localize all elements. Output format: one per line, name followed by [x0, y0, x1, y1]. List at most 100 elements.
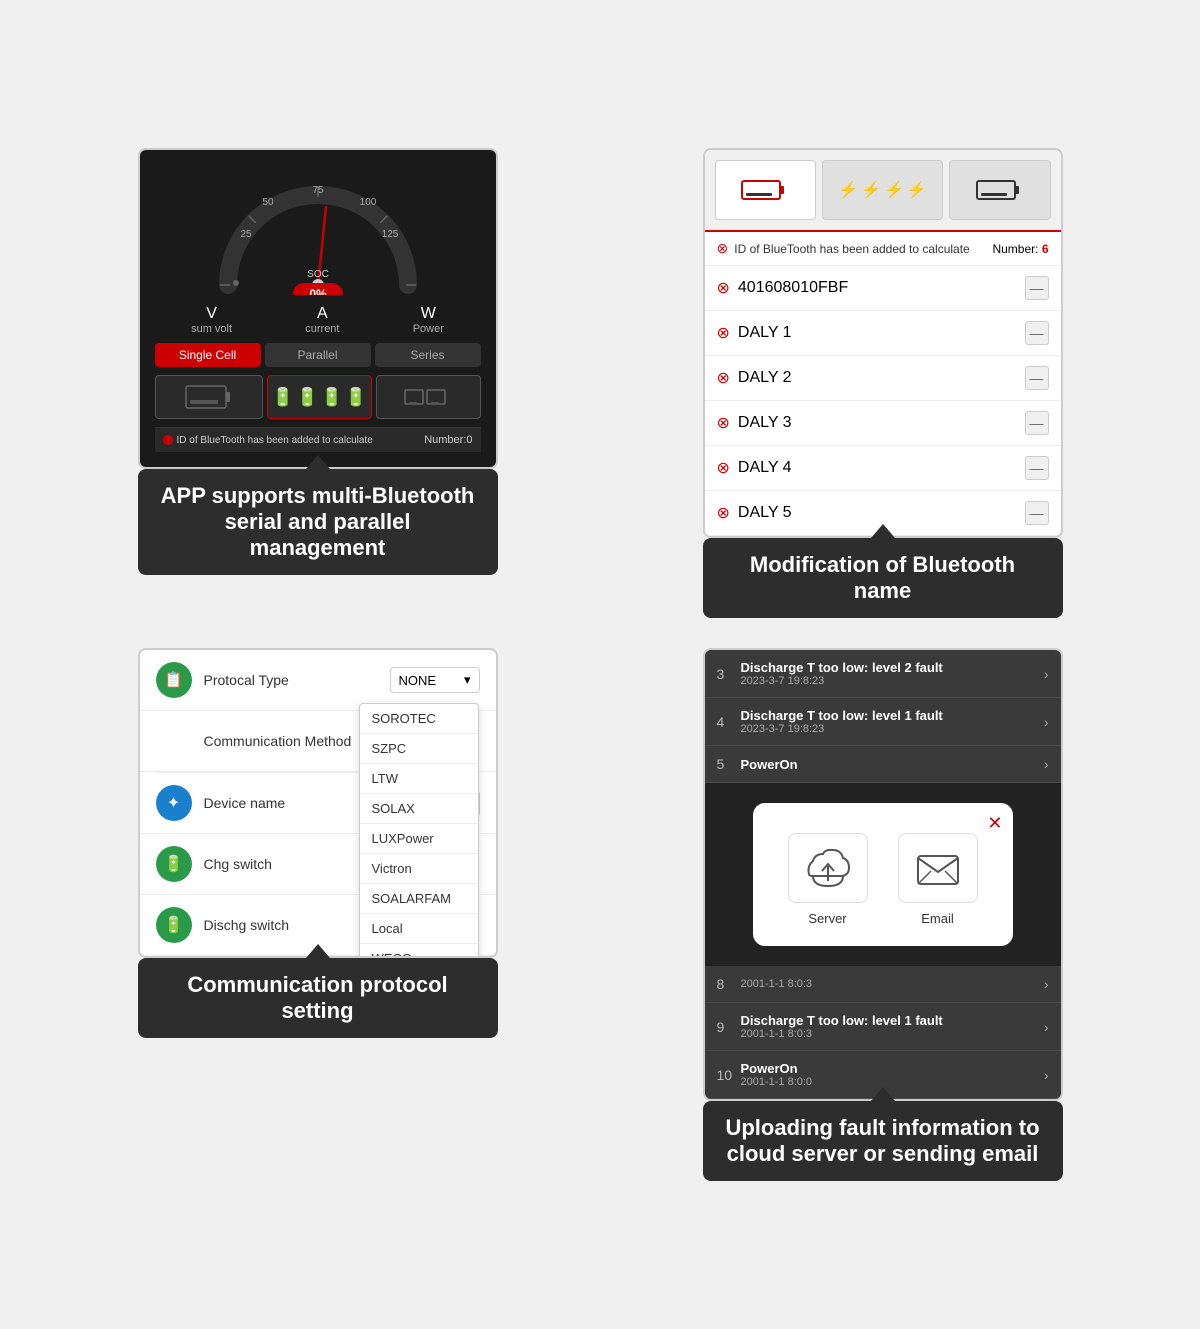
caption-4: Uploading fault information to cloud ser… [703, 1101, 1063, 1181]
tab-parallel[interactable]: Parallel [265, 343, 371, 367]
proto-type-row: 📋 Protocal Type NONE ▾ SOROTEC SZPC LTW … [140, 650, 496, 711]
fault-num-5: 5 [717, 756, 741, 772]
item-left-3: ⊗ DALY 3 [717, 413, 792, 433]
caption-2: Modification of Bluetooth name [703, 538, 1063, 618]
arrow-10: › [1044, 1067, 1049, 1083]
cell-multi-bluetooth: 25 50 75 100 125 SOC 0% [50, 148, 585, 618]
caption-3: Communication protocol setting [138, 958, 498, 1038]
phone-frame-2: ⚡ ⚡ ⚡ ⚡ [703, 148, 1063, 538]
dischg-icon: 🔋 [156, 907, 192, 943]
phone-frame-3: 📋 Protocal Type NONE ▾ SOROTEC SZPC LTW … [138, 648, 498, 958]
number-value: 6 [1042, 242, 1049, 256]
bt-header-row: ⊗ ID of BlueTooth has been added to calc… [705, 232, 1061, 266]
bt-dot [163, 435, 173, 445]
email-icon-box [898, 833, 978, 903]
opt-ltw[interactable]: LTW [360, 764, 478, 794]
device-id-5: DALY 5 [738, 504, 792, 522]
number-display: Number: 6 [992, 242, 1048, 256]
list-item-1: ⊗ DALY 1 — [705, 311, 1061, 356]
chg-icon: 🔋 [156, 846, 192, 882]
proto-icon: 📋 [156, 662, 192, 698]
volt-label: V sum volt [191, 305, 232, 335]
series-view [376, 375, 480, 419]
bt-top-mid: ⚡ ⚡ ⚡ ⚡ [822, 160, 943, 220]
series-batt-icon [403, 382, 453, 412]
server-upload-icon [803, 846, 853, 891]
opt-soalarfam[interactable]: SOALARFAM [360, 884, 478, 914]
remove-btn-2[interactable]: — [1025, 366, 1049, 390]
fault-num-9: 9 [717, 1019, 741, 1035]
opt-local[interactable]: Local [360, 914, 478, 944]
svg-text:75: 75 [312, 185, 324, 196]
fault-screen: 3 Discharge T too low: level 2 fault 202… [705, 650, 1061, 1099]
svg-text:25: 25 [240, 229, 252, 240]
dropdown-none[interactable]: NONE ▾ SOROTEC SZPC LTW SOLAX LUXPower V… [390, 667, 480, 693]
cell-bluetooth-name: ⚡ ⚡ ⚡ ⚡ [615, 148, 1150, 618]
bt-top-img: ⚡ ⚡ ⚡ ⚡ [705, 150, 1061, 232]
device-id-0: 401608010FBF [738, 279, 848, 297]
item-left-2: ⊗ DALY 2 [717, 368, 792, 388]
caption-text-3: Communication protocol setting [187, 972, 447, 1023]
remove-btn-5[interactable]: — [1025, 501, 1049, 525]
fault-text-10: PowerOn 2001-1-1 8:0:0 [741, 1061, 1044, 1088]
remove-btn-4[interactable]: — [1025, 456, 1049, 480]
tab-series[interactable]: Series [375, 343, 481, 367]
bt-number: Number:0 [424, 434, 472, 446]
svg-text:100: 100 [359, 197, 376, 208]
opt-luxpower[interactable]: LUXPower [360, 824, 478, 854]
fault-num-10: 10 [717, 1067, 741, 1083]
remove-btn-0[interactable]: — [1025, 276, 1049, 300]
remove-btn-1[interactable]: — [1025, 321, 1049, 345]
single-batt-icon [184, 382, 234, 412]
fault-text-8: 2001-1-1 8:0:3 [741, 978, 1044, 990]
device-id-2: DALY 2 [738, 369, 792, 387]
device-id-3: DALY 3 [738, 414, 792, 432]
phone-frame-4: 3 Discharge T too low: level 2 fault 202… [703, 648, 1063, 1101]
fault-text-3: Discharge T too low: level 2 fault 2023-… [741, 660, 1044, 687]
opt-weco[interactable]: WECO [360, 944, 478, 958]
svg-text:125: 125 [381, 229, 398, 240]
caption-text-1: APP supports multi-Bluetooth serial and … [161, 483, 475, 560]
arrow-4: › [1044, 714, 1049, 730]
header-left: ⊗ ID of BlueTooth has been added to calc… [717, 240, 970, 257]
remove-btn-3[interactable]: — [1025, 411, 1049, 435]
opt-solax[interactable]: SOLAX [360, 794, 478, 824]
fault-item-4: 4 Discharge T too low: level 1 fault 202… [705, 698, 1061, 746]
bt-icon-5: ⊗ [717, 503, 730, 523]
batt-svg-single [740, 175, 790, 205]
bt-icon-3: ⊗ [717, 413, 730, 433]
bt-icon-2: ⊗ [717, 368, 730, 388]
gauge-container: 25 50 75 100 125 SOC 0% [155, 165, 481, 295]
modal-close-button[interactable]: ✕ [987, 813, 1002, 834]
dropdown-list: SOROTEC SZPC LTW SOLAX LUXPower Victron … [359, 703, 479, 958]
modal-email-option[interactable]: Email [898, 833, 978, 926]
fault-num-4: 4 [717, 714, 741, 730]
cell-protocol: 📋 Protocal Type NONE ▾ SOROTEC SZPC LTW … [50, 648, 585, 1181]
email-label: Email [921, 911, 954, 926]
current-label: A current [305, 305, 339, 335]
bt-top-left [715, 160, 816, 220]
tab-single-cell[interactable]: Single Cell [155, 343, 261, 367]
bt-info: ID of BlueTooth has been added to calcul… [163, 435, 373, 446]
gauge-svg: 25 50 75 100 125 SOC 0% [208, 165, 428, 295]
arrow-9: › [1044, 1019, 1049, 1035]
fault-item-9: 9 Discharge T too low: level 1 fault 200… [705, 1003, 1061, 1051]
caption-text-4: Uploading fault information to cloud ser… [725, 1115, 1039, 1166]
svg-text:SOC: SOC [307, 269, 329, 280]
list-item-3: ⊗ DALY 3 — [705, 401, 1061, 446]
caption-1: APP supports multi-Bluetooth serial and … [138, 469, 498, 575]
batt-svg-right [975, 175, 1025, 205]
modal-server-option[interactable]: Server [788, 833, 868, 926]
battery-display: 🔋 🔋 🔋 🔋 [155, 375, 481, 419]
opt-szpc[interactable]: SZPC [360, 734, 478, 764]
single-cell-view [155, 375, 263, 419]
server-icon-box [788, 833, 868, 903]
opt-victron[interactable]: Victron [360, 854, 478, 884]
gauge-labels: V sum volt A current W Power [155, 305, 481, 335]
fault-text-4: Discharge T too low: level 1 fault 2023-… [741, 708, 1044, 735]
email-icon [913, 846, 963, 891]
opt-sorotec[interactable]: SOROTEC [360, 704, 478, 734]
power-label: W Power [413, 305, 444, 335]
list-item-4: ⊗ DALY 4 — [705, 446, 1061, 491]
cell-fault-upload: 3 Discharge T too low: level 2 fault 202… [615, 648, 1150, 1181]
